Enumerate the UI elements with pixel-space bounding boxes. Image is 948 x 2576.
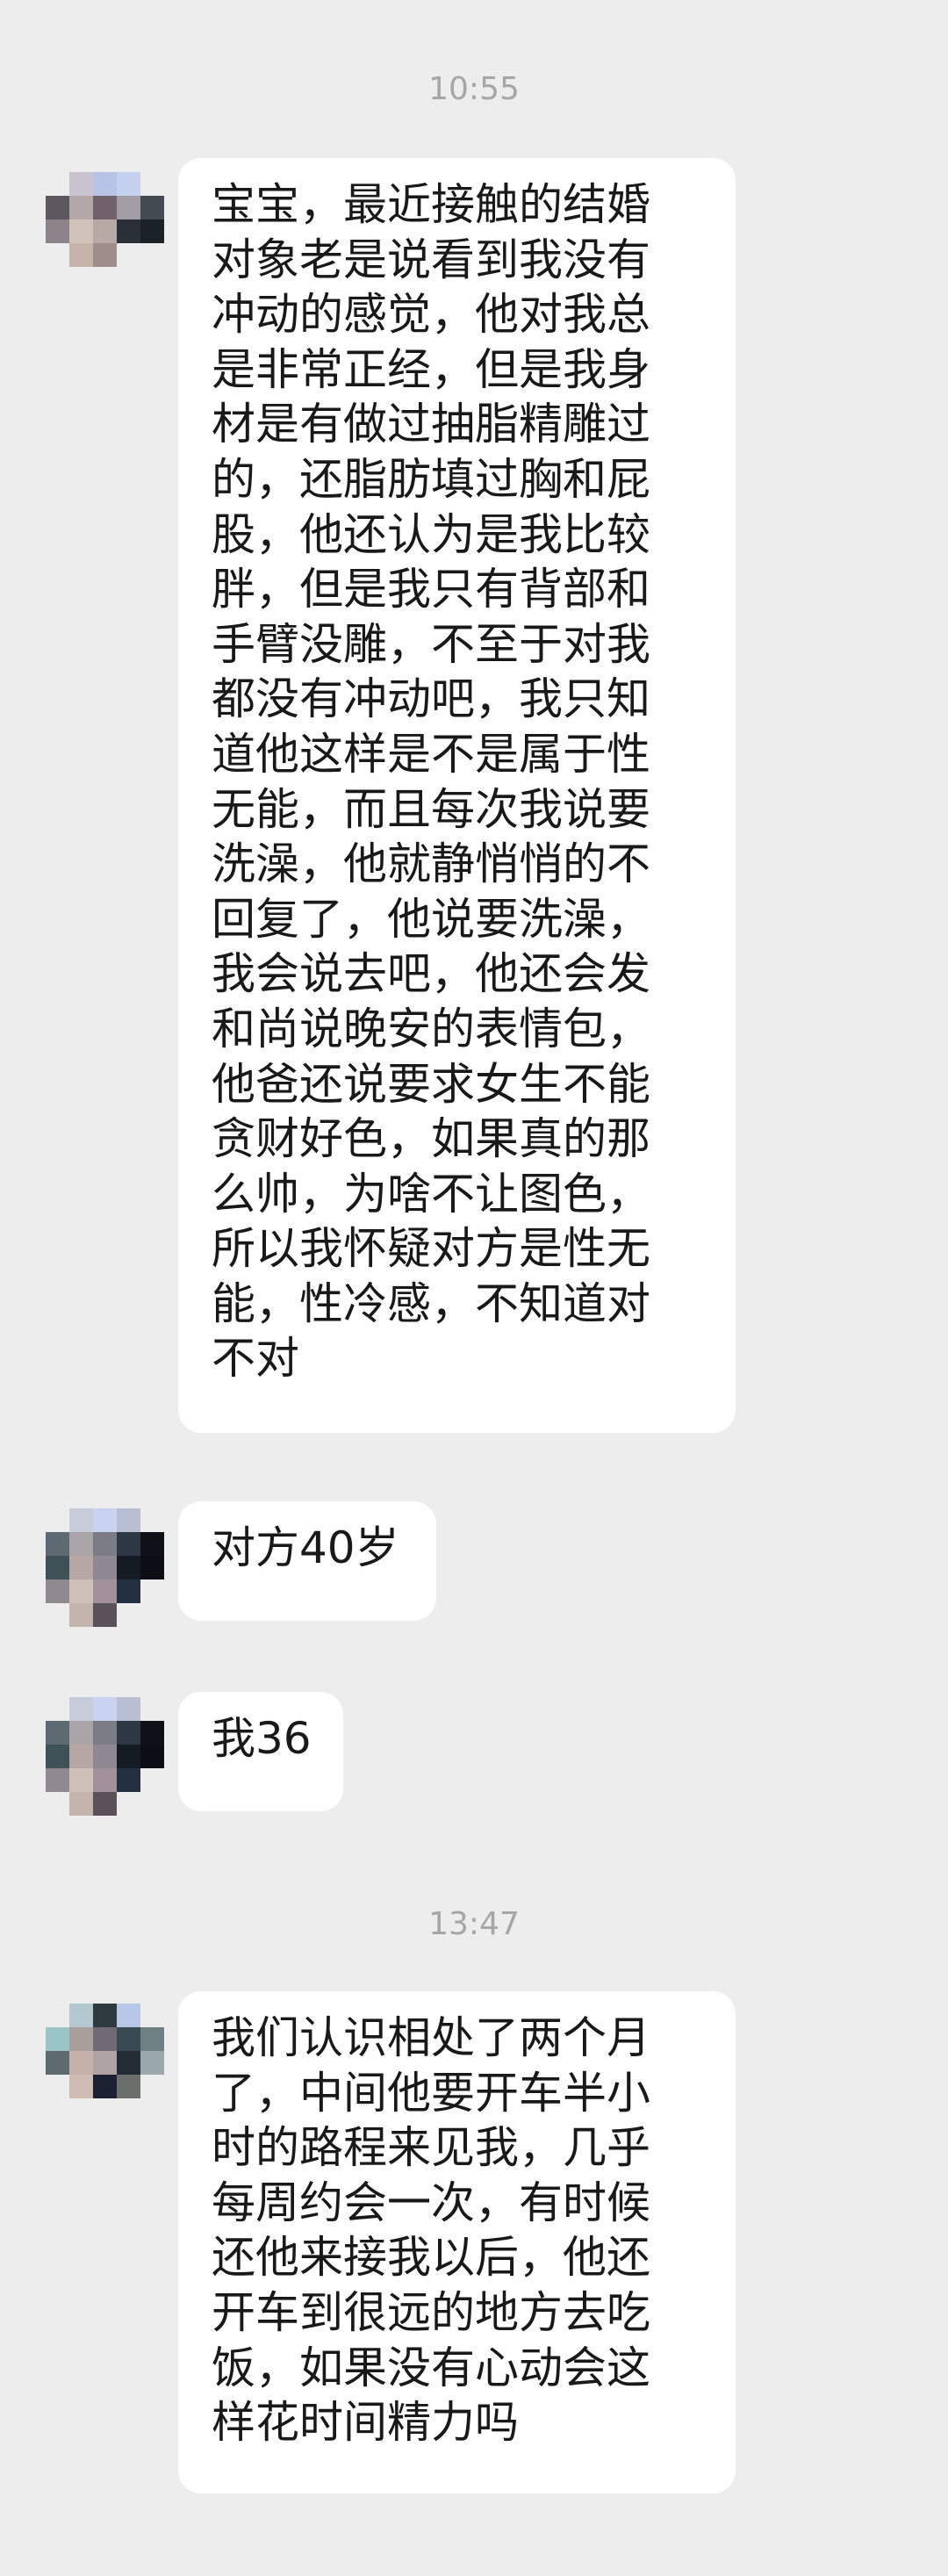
message-line: 冲动的感觉，他对我总 xyxy=(212,289,650,341)
message-line: 道他这样是不是属于性 xyxy=(212,728,650,780)
message-line: 我36 xyxy=(212,1713,312,1764)
sender-avatar[interactable] xyxy=(46,1697,164,1816)
message-line: 胖，但是我只有背部和 xyxy=(212,564,650,615)
message-line: 么帅，为啥不让图色， xyxy=(212,1168,650,1220)
message-text: 对方40岁 xyxy=(212,1521,403,1576)
message-line: 能，性冷感，不知道对 xyxy=(212,1277,650,1329)
message-line: 和尚说晚安的表情包， xyxy=(212,1003,650,1054)
message-line: 他爸还说要求女生不能 xyxy=(212,1058,650,1110)
message-line: 的，还脂肪填过胸和屁 xyxy=(212,453,650,505)
message-line: 开车到很远的地方去吃 xyxy=(212,2286,650,2338)
message-bubble[interactable]: 我们认识相处了两个月 了，中间他要开车半小 时的路程来见我，几乎 每周约会一次，有时候… xyxy=(178,1991,736,2493)
sender-avatar[interactable] xyxy=(46,1508,164,1627)
message-line: 所以我怀疑对方是性无 xyxy=(212,1223,650,1275)
message-line: 都没有冲动吧，我只知 xyxy=(212,673,650,725)
message-line: 时的路程来见我，几乎 xyxy=(212,2122,650,2174)
message-line: 材是有做过抽脂精雕过 xyxy=(212,399,650,450)
message-line: 洗澡，他就静悄悄的不 xyxy=(212,838,650,890)
message-line: 股，他还认为是我比较 xyxy=(212,508,650,560)
message-line: 无能，而且每次我说要 xyxy=(212,783,650,835)
sender-avatar[interactable] xyxy=(46,172,164,291)
message-text: 我36 xyxy=(212,1711,312,1767)
message-line: 我会说去吧，他还会发 xyxy=(212,948,650,1000)
chat-timestamp-2: 13:47 xyxy=(428,1906,520,1942)
message-line: 回复了，他说要洗澡， xyxy=(212,893,650,945)
message-line: 是非常正经，但是我身 xyxy=(212,343,650,395)
message-line: 样花时间精力吗 xyxy=(212,2397,519,2449)
message-line: 饭，如果没有心动会这 xyxy=(212,2342,650,2393)
message-bubble[interactable]: 宝宝，最近接触的结婚 对象老是说看到我没有 冲动的感觉，他对我总 是非常正经，但是我身… xyxy=(178,158,736,1433)
message-line: 我们认识相处了两个月 xyxy=(212,2012,650,2063)
message-text: 宝宝，最近接触的结婚 对象老是说看到我没有 冲动的感觉，他对我总 是非常正经，但是我身… xyxy=(212,177,702,1386)
message-line: 贪财好色，如果真的那 xyxy=(212,1113,650,1165)
message-text: 我们认识相处了两个月 了，中间他要开车半小 时的路程来见我，几乎 每周约会一次，有时候… xyxy=(212,2011,702,2450)
message-line: 不对 xyxy=(212,1333,299,1385)
sender-avatar[interactable] xyxy=(46,2004,164,2122)
message-line: 了，中间他要开车半小 xyxy=(212,2067,650,2119)
message-line: 对象老是说看到我没有 xyxy=(212,234,650,285)
message-bubble[interactable]: 我36 xyxy=(178,1692,343,1811)
chat-timestamp-1: 10:55 xyxy=(428,71,520,107)
message-line: 手臂没雕，不至于对我 xyxy=(212,618,650,670)
message-line: 每周约会一次，有时候 xyxy=(212,2177,650,2228)
message-line: 宝宝，最近接触的结婚 xyxy=(212,179,650,230)
message-line: 还他来接我以后，他还 xyxy=(212,2232,650,2284)
message-bubble[interactable]: 对方40岁 xyxy=(178,1501,436,1621)
message-line: 对方40岁 xyxy=(212,1522,399,1573)
